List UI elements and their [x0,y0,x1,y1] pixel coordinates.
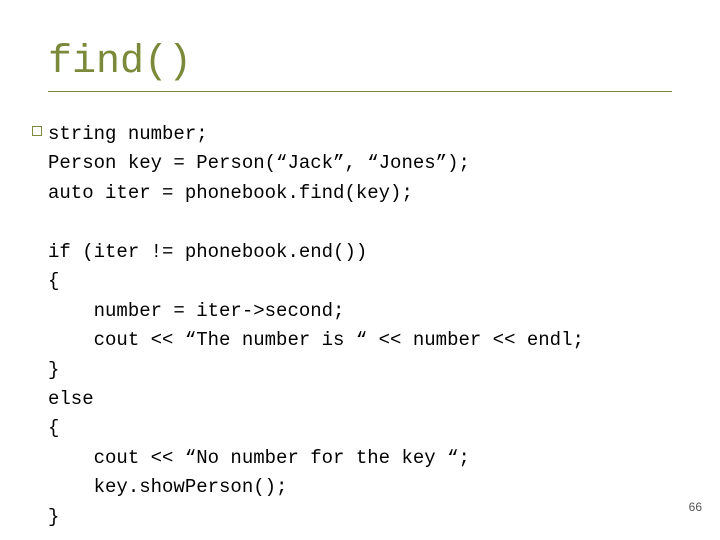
title-rule [48,91,672,92]
code-block: string number; Person key = Person(“Jack… [48,120,672,532]
code-line: string number; [48,123,208,145]
code-line: if (iter != phonebook.end()) [48,241,367,263]
code-line: number = iter->second; [48,300,344,322]
code-line: { [48,270,59,292]
slide-container: find() string number; Person key = Perso… [0,0,720,532]
code-line: Person key = Person(“Jack”, “Jones”); [48,152,470,174]
code-line: auto iter = phonebook.find(key); [48,182,413,204]
code-line: } [48,359,59,381]
page-number: 66 [689,500,702,514]
code-line: cout << “No number for the key “; [48,447,470,469]
code-line: else [48,388,94,410]
code-line: { [48,417,59,439]
code-line: } [48,506,59,528]
slide-title: find() [48,40,672,85]
bullet-icon [32,126,42,136]
code-line: key.showPerson(); [48,476,287,498]
code-line: cout << “The number is “ << number << en… [48,329,584,351]
